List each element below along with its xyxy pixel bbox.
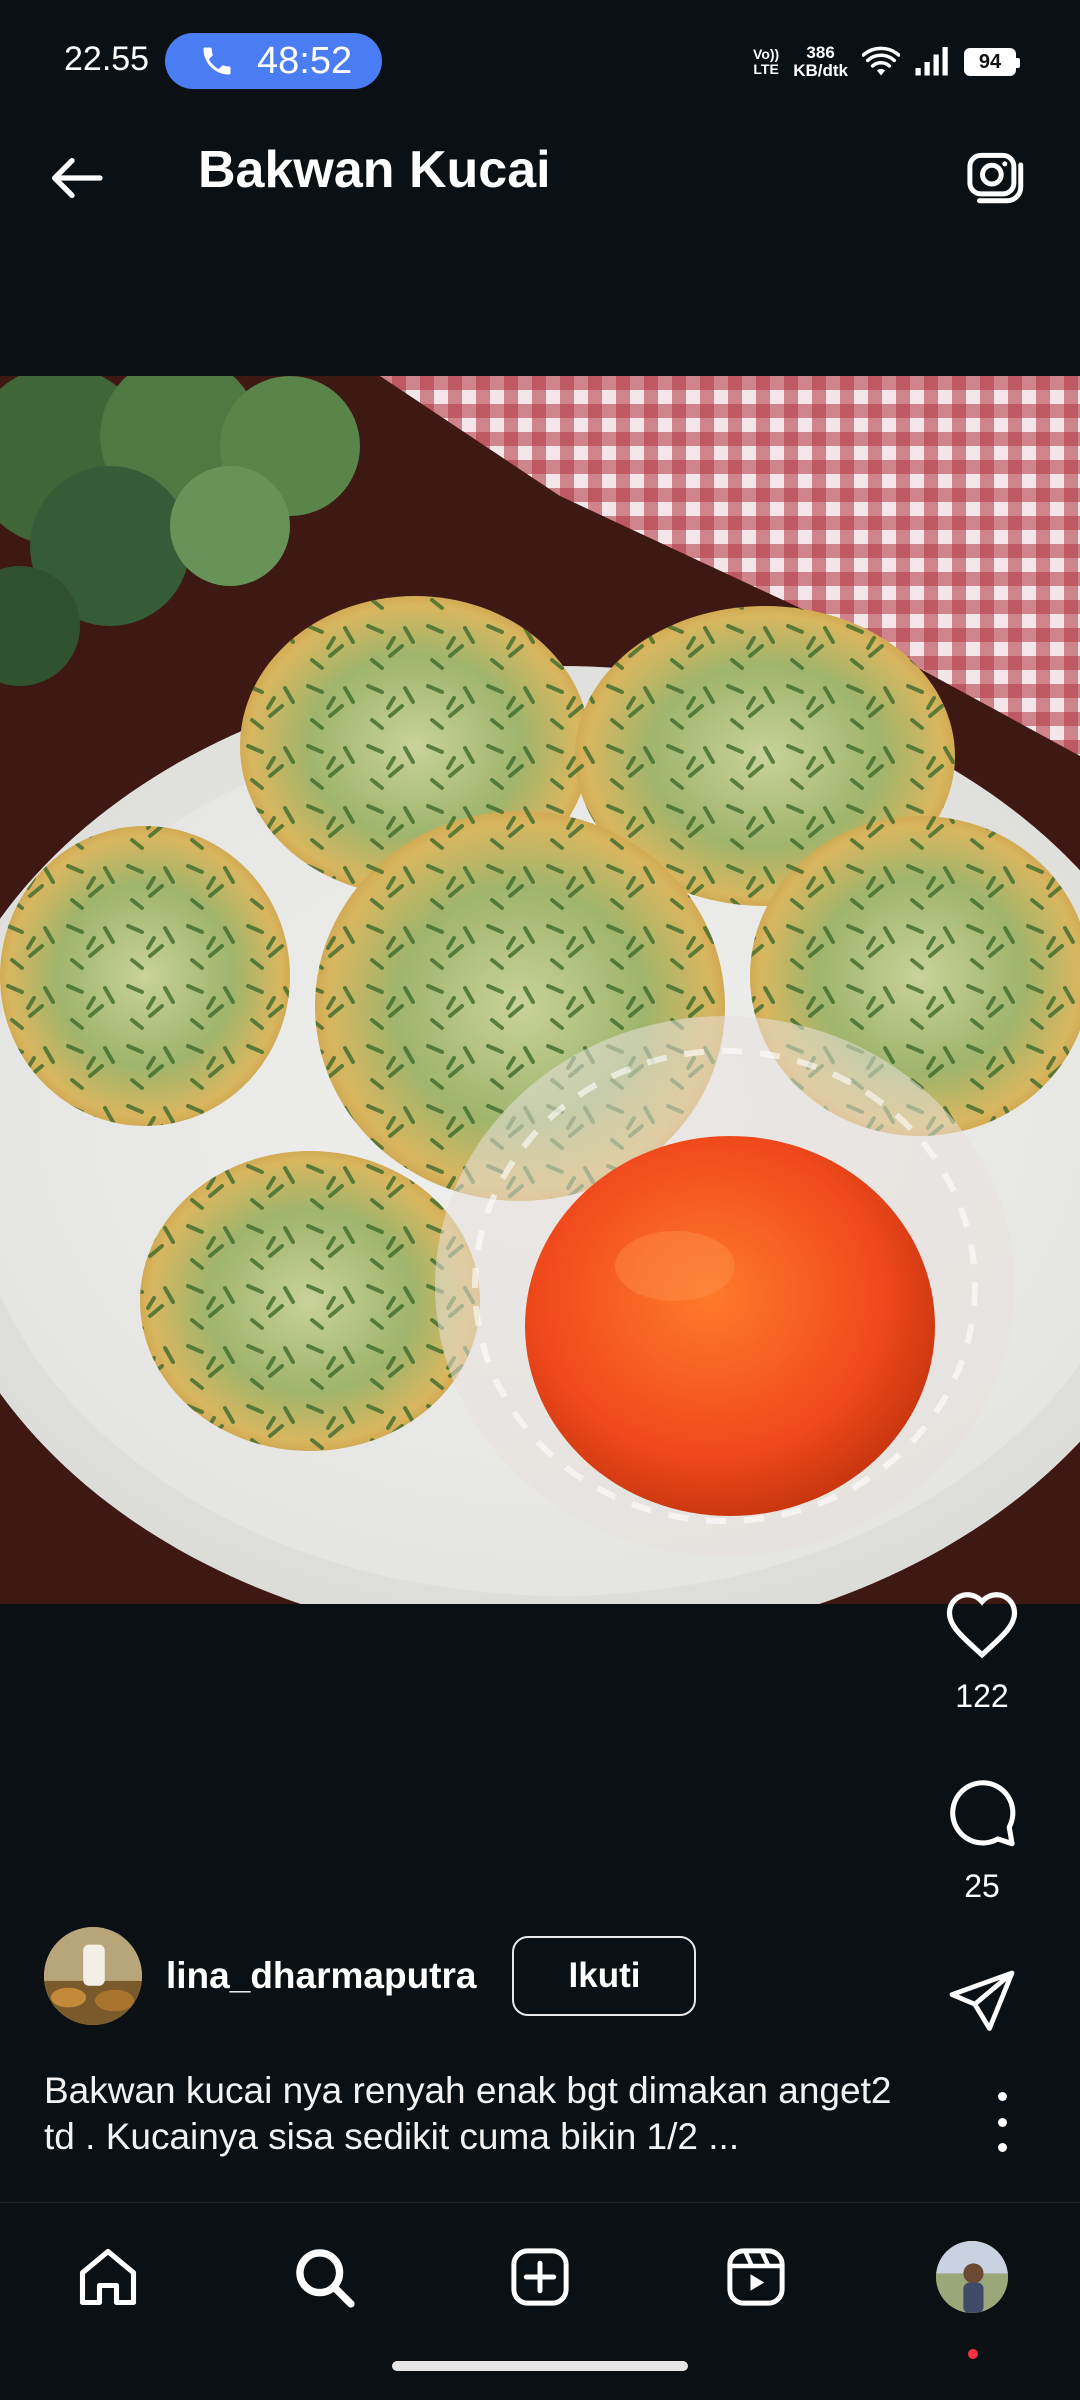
reels-icon [727,2248,785,2306]
author-username[interactable]: lina_dharmaputra [166,1955,476,1997]
back-button[interactable] [40,142,112,214]
post-image[interactable] [0,376,1080,1604]
more-vertical-icon [997,2092,1007,2101]
camera-button[interactable] [960,140,1032,212]
nav-reels[interactable] [716,2237,796,2317]
post-caption[interactable]: Bakwan kucai nya renyah enak bgt dimakan… [44,2068,944,2160]
like-count: 122 [955,1678,1009,1714]
page-title: Bakwan Kucai [198,141,551,199]
volte-indicator: Vo)) LTE [753,46,780,77]
caption-line-1: Bakwan kucai nya renyah enak bgt dimakan… [44,2070,892,2111]
camera-icon [967,152,1024,204]
phone-icon [203,47,231,75]
share-action [912,1964,1052,2036]
follow-button[interactable]: Ikuti [512,1936,697,2016]
comment-button[interactable]: 25 [912,1774,1052,1905]
search-icon [296,2249,355,2308]
signal-icon [915,47,948,76]
notification-dot [968,2349,978,2359]
status-icons: Vo)) LTE 386 KB/dtk 94 [753,40,1020,84]
share-button[interactable] [912,1964,1052,2036]
plus-square-icon [511,2248,569,2306]
post-author-row: lina_dharmaputra Ikuti [44,1926,697,2026]
nav-create[interactable] [500,2237,580,2317]
comment-bubble-icon [950,1780,1016,1847]
author-avatar[interactable] [44,1927,142,2025]
status-time: 22.55 [64,40,150,78]
home-icon [79,2248,137,2306]
top-app-bar: Bakwan Kucai [0,92,1080,252]
arrow-left-icon [52,158,103,198]
battery-indicator: 94 [964,48,1020,76]
profile-avatar [936,2241,1008,2313]
more-options-button[interactable] [980,2092,1024,2152]
nav-home[interactable] [68,2237,148,2317]
nav-profile[interactable] [932,2237,1012,2359]
comment-action: 25 [912,1774,1052,1905]
network-speed: 386 KB/dtk [793,43,848,80]
heart-icon [946,1592,1018,1659]
ongoing-call-pill[interactable]: 48:52 [165,33,382,89]
like-button[interactable]: 122 [912,1588,1052,1715]
call-timer: 48:52 [257,39,353,82]
sauce-bowl [435,1016,1015,1556]
status-bar: 22.55 48:52 Vo)) LTE 386 KB/dtk 94 [0,0,1080,92]
home-indicator[interactable] [392,2361,688,2371]
wifi-icon [862,46,900,76]
paper-plane-icon [949,1970,1015,2031]
nav-search[interactable] [284,2237,364,2317]
caption-line-2: td . Kucainya sisa sedikit cuma bikin 1/… [44,2116,740,2157]
food-photo [0,376,1080,1604]
comment-count: 25 [964,1868,1000,1904]
avatar-image [44,1927,142,2025]
like-action: 122 [912,1588,1052,1715]
